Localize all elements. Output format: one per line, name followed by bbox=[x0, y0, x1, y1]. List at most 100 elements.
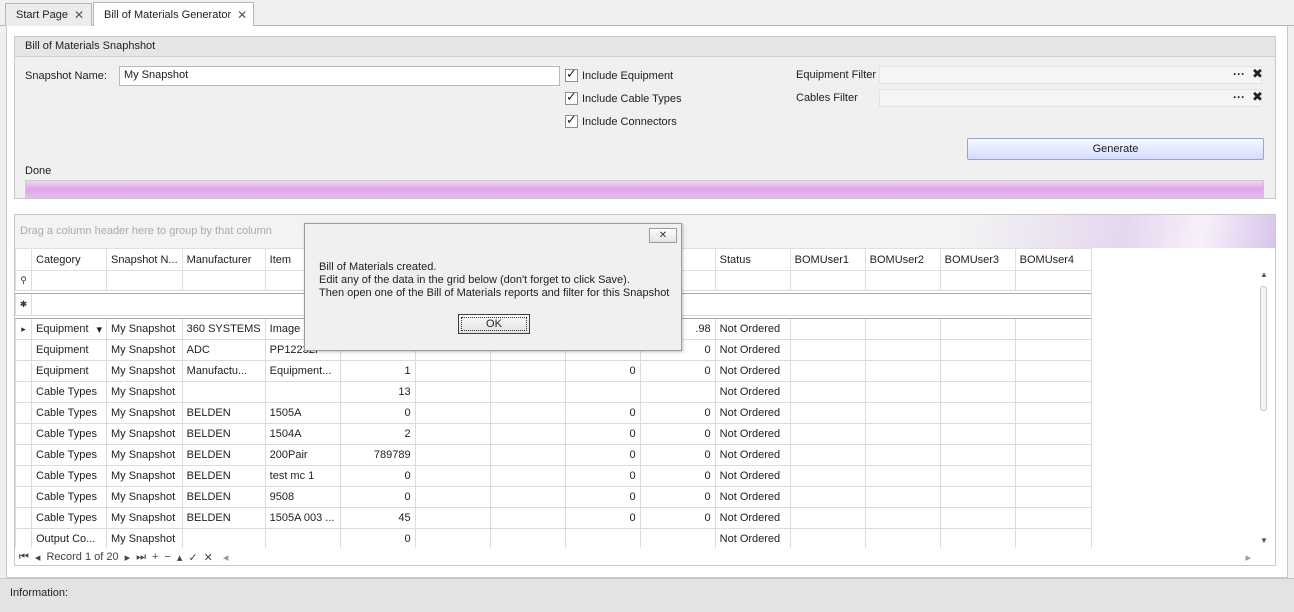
grid-cell[interactable]: Not Ordered bbox=[714, 360, 791, 382]
grid-cell[interactable] bbox=[864, 486, 941, 508]
table-row[interactable]: Cable Types My Snapshot BELDEN 200Pair 78978… bbox=[15, 444, 1101, 466]
grid-cell[interactable]: 0 bbox=[564, 486, 641, 508]
grid-cell[interactable] bbox=[414, 444, 491, 466]
grid-cell[interactable]: My Snapshot bbox=[106, 507, 183, 529]
grid-cell[interactable] bbox=[489, 381, 566, 403]
close-icon[interactable]: ✕ bbox=[74, 8, 84, 22]
scroll-up-icon[interactable]: ▲ bbox=[1260, 270, 1268, 279]
grid-cell[interactable] bbox=[939, 444, 1016, 466]
grid-cell[interactable]: BELDEN bbox=[181, 507, 266, 529]
grid-cell[interactable] bbox=[789, 528, 866, 550]
grid-cell[interactable] bbox=[489, 402, 566, 424]
grid-cell[interactable]: My Snapshot bbox=[106, 423, 183, 445]
grid-cell[interactable] bbox=[489, 360, 566, 382]
grid-cell[interactable]: Cable Types bbox=[31, 507, 107, 529]
grid-cell[interactable] bbox=[639, 381, 716, 403]
table-row[interactable]: Cable Types My Snapshot BELDEN 1505A 0 0 0 Not … bbox=[15, 402, 1101, 424]
grid-cell[interactable]: 0 bbox=[339, 465, 416, 487]
grid-cell[interactable]: Not Ordered bbox=[714, 402, 791, 424]
scroll-down-icon[interactable]: ▼ bbox=[1260, 536, 1268, 545]
last-record-icon[interactable]: ⏭ bbox=[136, 551, 146, 564]
column-header[interactable]: BOMUser2 bbox=[864, 248, 941, 271]
include-connectors-checkbox[interactable]: Include Connectors bbox=[565, 113, 677, 128]
grid-cell[interactable]: 0 bbox=[564, 423, 641, 445]
grid-cell[interactable]: My Snapshot bbox=[106, 528, 183, 550]
grid-cell[interactable]: Not Ordered bbox=[714, 528, 791, 550]
grid-cell[interactable] bbox=[789, 381, 866, 403]
remove-record-icon[interactable]: − bbox=[164, 551, 170, 563]
grid-cell[interactable] bbox=[489, 486, 566, 508]
grid-cell[interactable]: 0 bbox=[639, 360, 716, 382]
filter-cell[interactable] bbox=[1014, 270, 1092, 291]
grid-cell[interactable]: Manufactu... bbox=[181, 360, 266, 382]
grid-cell[interactable]: Cable Types bbox=[31, 486, 107, 508]
grid-cell[interactable]: Cable Types bbox=[31, 444, 107, 466]
grid-cell[interactable]: My Snapshot bbox=[106, 360, 183, 382]
grid-cell[interactable] bbox=[939, 486, 1016, 508]
filter-cell[interactable] bbox=[31, 270, 107, 291]
grid-cell[interactable]: Output Co... bbox=[31, 528, 107, 550]
grid-cell[interactable] bbox=[789, 402, 866, 424]
grid-cell[interactable]: My Snapshot bbox=[106, 381, 183, 403]
grid-cell[interactable]: Equipment ▾ bbox=[31, 318, 107, 340]
grid-cell[interactable]: 0 bbox=[339, 528, 416, 550]
grid-cell[interactable] bbox=[864, 444, 941, 466]
grid-cell[interactable] bbox=[939, 423, 1016, 445]
grid-cell[interactable]: 1505A 003 ... bbox=[264, 507, 341, 529]
grid-cell[interactable] bbox=[864, 318, 941, 340]
filter-cell[interactable] bbox=[864, 270, 941, 291]
grid-cell[interactable]: Cable Types bbox=[31, 423, 107, 445]
row-indicator[interactable] bbox=[15, 423, 32, 445]
grid-cell[interactable] bbox=[181, 528, 266, 550]
grid-cell[interactable]: 0 bbox=[564, 360, 641, 382]
grid-cell[interactable]: Equipment bbox=[31, 339, 107, 361]
grid-cell[interactable]: My Snapshot bbox=[106, 465, 183, 487]
grid-cell[interactable] bbox=[1014, 507, 1092, 529]
grid-cell[interactable]: 0 bbox=[564, 402, 641, 424]
column-header[interactable]: BOMUser4 bbox=[1014, 248, 1092, 271]
grid-cell[interactable] bbox=[1014, 423, 1092, 445]
grid-cell[interactable]: 0 bbox=[639, 507, 716, 529]
column-header[interactable]: Manufacturer bbox=[181, 248, 266, 271]
ok-button[interactable]: OK bbox=[458, 314, 530, 334]
column-header[interactable]: Snapshot N... bbox=[106, 248, 183, 271]
grid-cell[interactable] bbox=[181, 381, 266, 403]
grid-cell[interactable]: My Snapshot bbox=[106, 339, 183, 361]
table-row[interactable]: Equipment My Snapshot Manufactu... Equipmen… bbox=[15, 360, 1101, 382]
chevron-down-icon[interactable]: ▾ bbox=[96, 323, 102, 336]
filter-cell[interactable] bbox=[181, 270, 266, 291]
grid-cell[interactable] bbox=[789, 507, 866, 529]
grid-cell[interactable]: 1 bbox=[339, 360, 416, 382]
grid-cell[interactable]: 0 bbox=[639, 402, 716, 424]
grid-cell[interactable] bbox=[789, 318, 866, 340]
filter-cell[interactable] bbox=[939, 270, 1016, 291]
grid-cell[interactable]: Not Ordered bbox=[714, 318, 791, 340]
grid-cell[interactable] bbox=[564, 528, 641, 550]
cables-filter-input[interactable] bbox=[879, 89, 1262, 107]
grid-cell[interactable] bbox=[939, 528, 1016, 550]
grid-cell[interactable]: My Snapshot bbox=[106, 486, 183, 508]
dialog-close-button[interactable]: ✕ bbox=[649, 228, 677, 243]
table-row[interactable]: Cable Types My Snapshot BELDEN 1504A 2 0 0 Not … bbox=[15, 423, 1101, 445]
row-indicator[interactable] bbox=[15, 381, 32, 403]
grid-cell[interactable] bbox=[489, 423, 566, 445]
grid-cell[interactable] bbox=[414, 423, 491, 445]
grid-cell[interactable] bbox=[1014, 318, 1092, 340]
grid-cell[interactable]: My Snapshot bbox=[106, 318, 183, 340]
row-indicator[interactable] bbox=[15, 402, 32, 424]
grid-cell[interactable]: Not Ordered bbox=[714, 486, 791, 508]
grid-cell[interactable]: 360 SYSTEMS bbox=[181, 318, 266, 340]
grid-cell[interactable] bbox=[789, 360, 866, 382]
grid-cell[interactable] bbox=[789, 444, 866, 466]
prev-record-icon[interactable]: ◂ bbox=[35, 551, 41, 564]
grid-cell[interactable] bbox=[414, 507, 491, 529]
grid-cell[interactable]: Not Ordered bbox=[714, 507, 791, 529]
category-dropdown[interactable]: Equipment ▾ bbox=[36, 323, 102, 336]
grid-cell[interactable]: BELDEN bbox=[181, 465, 266, 487]
row-indicator[interactable] bbox=[15, 528, 32, 550]
first-record-icon[interactable]: ⏮ bbox=[19, 551, 29, 564]
grid-cell[interactable] bbox=[939, 360, 1016, 382]
vertical-scrollbar[interactable]: ▲ ▼ bbox=[1259, 270, 1269, 545]
table-row[interactable]: Output Co... My Snapshot 0 Not Ordered bbox=[15, 528, 1101, 550]
grid-cell[interactable]: BELDEN bbox=[181, 402, 266, 424]
